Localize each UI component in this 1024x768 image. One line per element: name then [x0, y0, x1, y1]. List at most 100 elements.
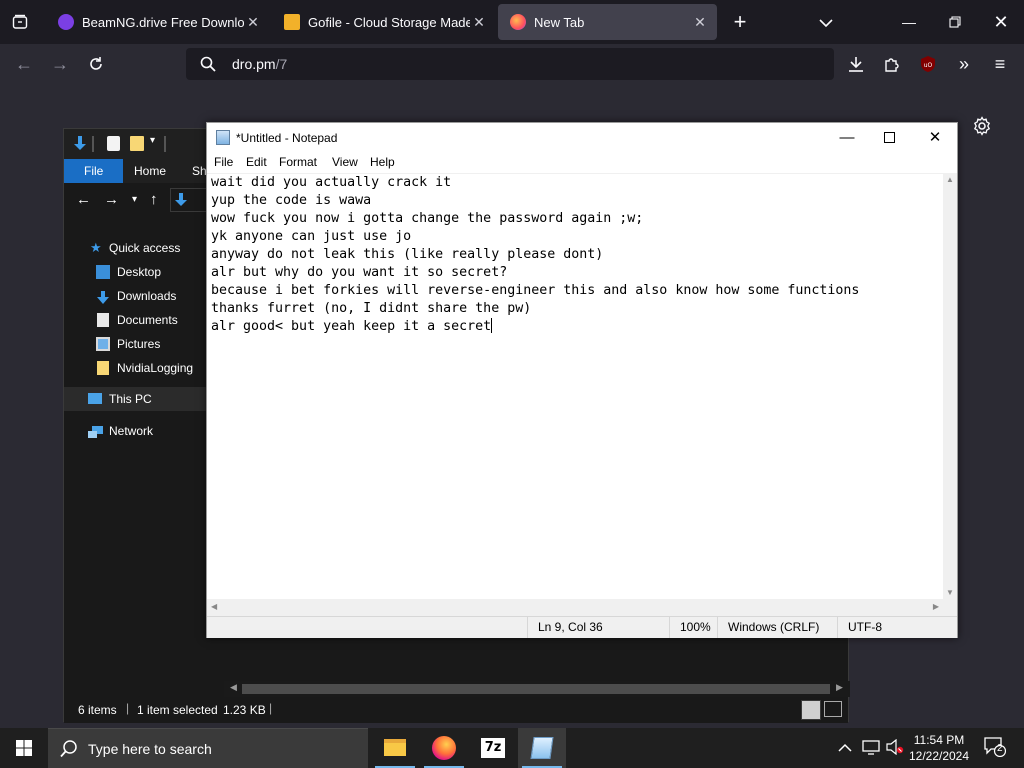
details-view-icon[interactable]	[801, 700, 821, 720]
explorer-back-arrow-icon[interactable]: ←	[76, 191, 91, 208]
tab-close-icon[interactable]: ✕	[244, 14, 262, 31]
tab-close-icon[interactable]: ✕	[470, 14, 488, 31]
pictures-icon	[96, 337, 110, 351]
app-menu-hamburger-icon[interactable]: ≡	[984, 44, 1016, 84]
taskbar-clock[interactable]: 11:54 PM 12/22/2024	[904, 732, 974, 764]
new-folder-icon[interactable]	[130, 136, 144, 151]
line-ending: Windows (CRLF)	[717, 617, 837, 638]
notification-center-icon[interactable]: 2	[984, 737, 1007, 760]
scroll-left-icon[interactable]: ◀	[211, 602, 217, 611]
explorer-forward-arrow-icon[interactable]: →	[104, 191, 119, 208]
file-explorer-folder-icon	[384, 739, 406, 756]
window-restore-icon[interactable]	[940, 0, 970, 44]
document-icon	[97, 313, 109, 327]
properties-checklist-icon[interactable]	[107, 136, 120, 151]
notepad-minimize-icon[interactable]: —	[824, 123, 870, 153]
text-line: wait did you actually crack it	[211, 175, 452, 190]
notepad-text-area[interactable]: wait did you actually crack it yup the c…	[207, 173, 943, 599]
large-icons-view-icon[interactable]	[824, 701, 842, 717]
item-count: 6 items	[78, 703, 117, 717]
text-line: alr good< but yeah keep it a secret	[211, 319, 492, 334]
downloads-icon[interactable]	[840, 44, 872, 84]
explorer-address-box[interactable]	[170, 188, 210, 212]
ublock-origin-icon[interactable]: uO	[912, 44, 944, 84]
network-tray-icon[interactable]	[862, 739, 880, 758]
window-minimize-icon[interactable]: —	[894, 0, 924, 44]
forward-arrow-icon[interactable]: →	[44, 44, 76, 84]
notepad-horizontal-scrollbar[interactable]: ◀ ▶	[207, 599, 943, 616]
browser-tab-bar: BeamNG.drive Free Download ( ✕ Gofile - …	[0, 0, 1024, 44]
menu-edit[interactable]: Edit	[246, 155, 267, 169]
volume-muted-icon[interactable]	[886, 738, 904, 758]
tab-close-icon[interactable]: ✕	[691, 14, 709, 31]
toolbar-separator	[164, 136, 166, 152]
scroll-right-icon[interactable]: ▶	[836, 682, 843, 693]
text-line: because i bet forkies will reverse-engin…	[211, 283, 860, 298]
nav-item-desktop[interactable]: Desktop	[64, 260, 206, 284]
network-icon	[88, 424, 103, 438]
scroll-left-icon[interactable]: ◀	[230, 682, 237, 693]
taskbar-file-explorer[interactable]	[371, 728, 419, 768]
clock-time: 11:54 PM	[913, 733, 965, 747]
star-icon: ★	[90, 240, 102, 255]
menu-help[interactable]: Help	[370, 155, 395, 169]
recent-locations-chevron-icon[interactable]: ▾	[132, 194, 137, 205]
taskbar-notepad[interactable]	[518, 728, 566, 768]
back-arrow-icon[interactable]: ←	[8, 44, 40, 84]
menu-format[interactable]: Format	[279, 155, 317, 169]
menu-file[interactable]: File	[214, 155, 233, 169]
show-hidden-icons-chevron-icon[interactable]	[838, 739, 852, 756]
scroll-right-icon[interactable]: ▶	[933, 602, 939, 611]
extensions-puzzle-icon[interactable]	[876, 44, 908, 84]
7zip-logo-icon: 7z	[481, 738, 505, 758]
scroll-up-icon[interactable]: ▲	[946, 175, 954, 184]
notepad-maximize-icon[interactable]	[866, 123, 912, 153]
firefox-logo-icon	[432, 736, 456, 760]
nav-item-downloads[interactable]: Downloads	[64, 284, 206, 308]
scrollbar-thumb[interactable]	[242, 684, 830, 694]
nav-item-this-pc[interactable]: This PC	[64, 387, 206, 411]
firefox-favicon-icon	[510, 14, 526, 30]
nav-item-label: Network	[109, 424, 154, 438]
downloads-arrow-icon	[96, 289, 110, 304]
url-text[interactable]: dro.pm/7	[232, 56, 287, 72]
up-arrow-icon[interactable]: ↑	[150, 191, 158, 208]
firefox-view-icon[interactable]	[6, 0, 34, 44]
tab-gofile[interactable]: Gofile - Cloud Storage Made Si ✕	[272, 4, 496, 40]
url-path: /7	[275, 56, 288, 72]
notepad-vertical-scrollbar[interactable]: ▲ ▼	[943, 173, 957, 599]
explorer-horizontal-scrollbar[interactable]: ◀ ▶	[224, 681, 850, 697]
nav-item-label: Documents	[117, 313, 178, 327]
taskbar-search-box[interactable]: Type here to search	[48, 728, 368, 768]
new-tab-plus-icon[interactable]: +	[726, 0, 754, 44]
more-tools-chevrons-icon[interactable]: »	[948, 44, 980, 84]
notepad-close-icon[interactable]: ✕	[912, 123, 958, 153]
nav-item-network[interactable]: Network	[64, 419, 206, 443]
list-all-tabs-chevron-icon[interactable]	[812, 0, 840, 44]
start-windows-logo-icon[interactable]	[16, 740, 32, 761]
text-line: wow fuck you now i gotta change the pass…	[211, 211, 644, 226]
nav-item-nvidialogging[interactable]: NvidiaLogging	[64, 356, 206, 380]
tab-beamng[interactable]: BeamNG.drive Free Download ( ✕	[46, 4, 270, 40]
text-line: yk anyone can just use jo	[211, 229, 412, 244]
scrollbar-corner	[943, 599, 957, 616]
menu-view[interactable]: View	[332, 155, 358, 169]
newtab-settings-gear-icon[interactable]	[972, 116, 992, 141]
quick-access-download-icon[interactable]	[74, 136, 86, 152]
nav-item-pictures[interactable]: Pictures	[64, 332, 206, 356]
taskbar-firefox[interactable]	[420, 728, 468, 768]
ribbon-tab-home[interactable]: Home	[120, 159, 180, 183]
window-close-icon[interactable]: ✕	[986, 0, 1016, 44]
status-separator: |	[126, 701, 130, 715]
address-bar[interactable]: dro.pm/7	[186, 48, 834, 80]
toolbar-separator	[92, 136, 94, 152]
nav-item-quick-access[interactable]: ★ Quick access	[64, 236, 206, 260]
scroll-down-icon[interactable]: ▼	[946, 588, 954, 597]
customize-toolbar-chevron-icon[interactable]: ▾	[150, 135, 155, 146]
taskbar-7zip[interactable]: 7z	[469, 728, 517, 768]
tab-new-tab[interactable]: New Tab ✕	[498, 4, 717, 40]
reload-icon[interactable]	[80, 44, 112, 84]
beamng-favicon-icon	[58, 14, 74, 30]
nav-item-documents[interactable]: Documents	[64, 308, 206, 332]
ribbon-tab-file[interactable]: File	[64, 159, 124, 183]
